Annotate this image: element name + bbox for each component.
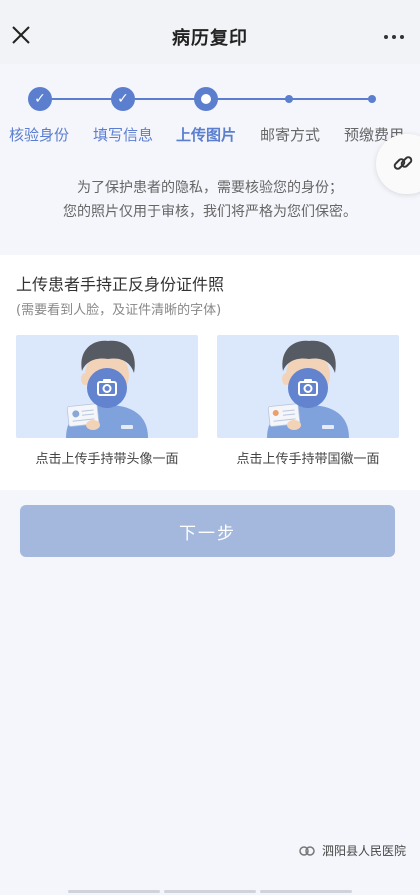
step-label-mailing-method: 邮寄方式 [260, 126, 321, 144]
step-label-upload-images: 上传图片 [176, 126, 237, 144]
hospital-watermark: 泗阳县人民医院 [298, 842, 406, 859]
upload-hint: (需要看到人脸，及证件清晰的字体) [16, 303, 222, 318]
upload-title: 上传患者手持正反身份证件照 [16, 275, 225, 294]
page-content: ✓ ✓ 核验身份 填写信息 上传图片 邮寄方式 预缴费用 为了保护患者的隐私，需… [0, 64, 420, 895]
step-5-dot [368, 95, 376, 103]
status-bar [0, 0, 420, 10]
stepper-line-done [40, 98, 290, 100]
home-indicator [0, 889, 420, 895]
watermark-text: 泗阳县人民医院 [321, 844, 406, 858]
upload-back-id-card[interactable] [217, 335, 399, 438]
close-icon[interactable] [8, 22, 34, 48]
privacy-notice-line-2: 您的照片仅用于审核，我们将严格为您们保密。 [63, 204, 357, 220]
next-step-button[interactable]: 下一步 [20, 505, 395, 557]
camera-icon [288, 368, 328, 408]
step-3-current-dot [194, 87, 218, 111]
step-2-check-icon: ✓ [111, 87, 135, 111]
link-icon [393, 156, 413, 170]
progress-stepper: ✓ ✓ 核验身份 填写信息 上传图片 邮寄方式 预缴费用 [0, 64, 420, 154]
upload-section: 上传患者手持正反身份证件照 (需要看到人脸，及证件清晰的字体) 点击上传手持带头… [0, 255, 420, 490]
step-label-fill-info: 填写信息 [93, 126, 154, 144]
step-label-verify-identity: 核验身份 [9, 126, 70, 144]
wechat-channel-icon [299, 845, 315, 856]
step-4-dot [285, 95, 293, 103]
step-1-check-icon: ✓ [28, 87, 52, 111]
page-title: 病历复印 [172, 28, 248, 49]
privacy-notice-line-1: 为了保护患者的隐私，需要核验您的身份； [77, 180, 343, 196]
navigation-bar: 病历复印 [0, 10, 420, 64]
privacy-notice: 为了保护患者的隐私，需要核验您的身份； 您的照片仅用于审核，我们将严格为您们保密… [0, 176, 420, 224]
stepper-line-pending [290, 98, 373, 100]
camera-icon [87, 368, 127, 408]
more-dots-icon[interactable] [384, 35, 404, 39]
upload-back-caption: 点击上传手持带国徽一面 [236, 452, 380, 467]
upload-front-caption: 点击上传手持带头像一面 [35, 452, 179, 467]
upload-front-id-card[interactable] [16, 335, 198, 438]
